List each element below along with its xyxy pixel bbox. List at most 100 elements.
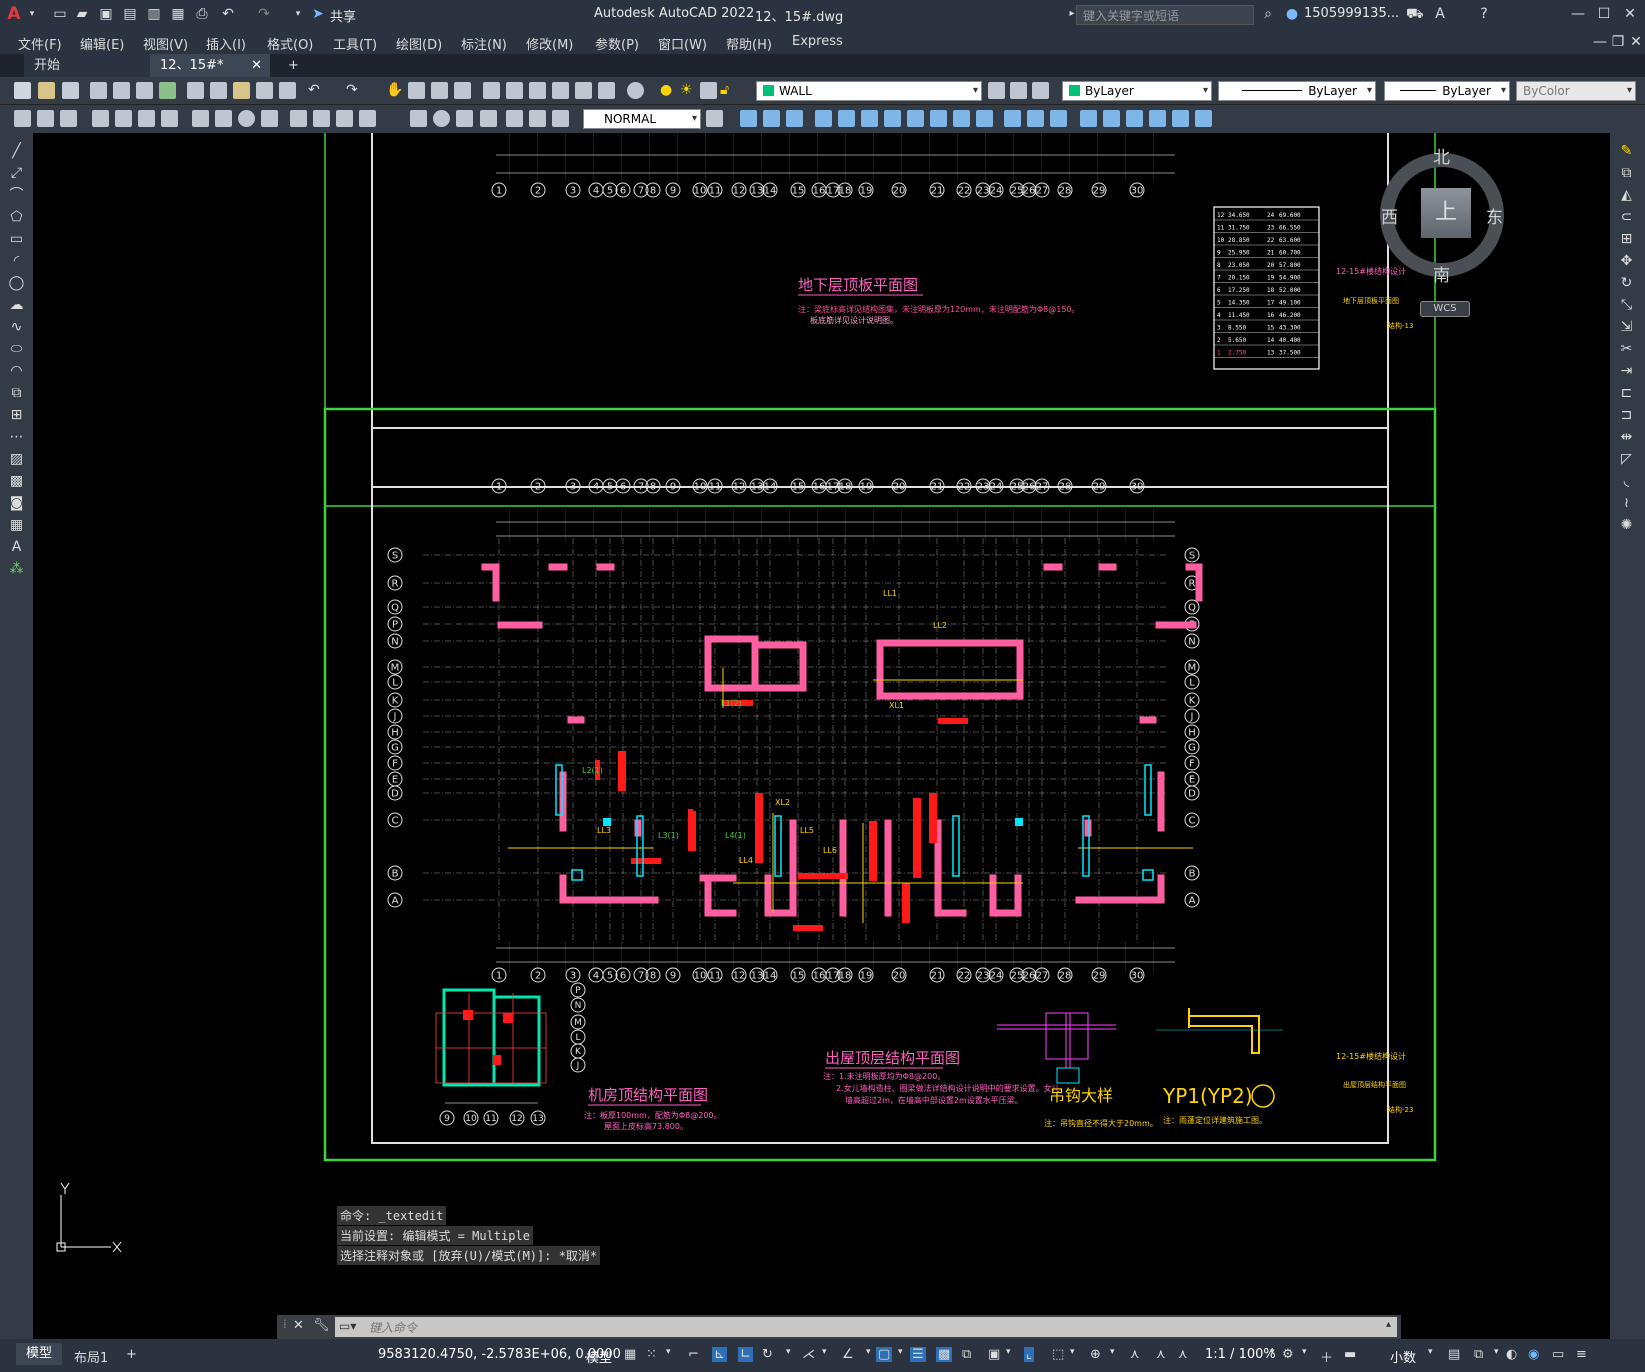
chevron-down-icon[interactable]: ▾ — [1302, 1347, 1307, 1357]
dim-jogged-icon[interactable] — [215, 110, 232, 127]
3d-tool-9-icon[interactable] — [930, 110, 947, 127]
user-icon[interactable]: ● — [1284, 6, 1300, 22]
lineweight-icon[interactable]: ☰ — [910, 1347, 926, 1362]
chevron-down-icon[interactable]: ▾ — [822, 1347, 827, 1357]
command-input[interactable]: ▭▾ 键入命令 ▴ — [335, 1317, 1397, 1337]
design-center-icon[interactable] — [506, 82, 523, 99]
lineweight-dropdown[interactable]: ByLayer ▾ — [1384, 81, 1510, 101]
layer-freeze-icon[interactable]: ☀ — [680, 82, 697, 99]
menu-tools[interactable]: 工具(T) — [333, 34, 377, 53]
save-icon[interactable]: ▣ — [98, 6, 114, 22]
customize-qat-icon[interactable]: ▾ — [290, 6, 306, 22]
ellipse-arc-icon[interactable]: ◠ — [8, 363, 25, 380]
blend-icon[interactable]: ≀ — [1618, 495, 1635, 512]
doc-restore-icon[interactable]: ❐ — [1610, 34, 1626, 50]
menu-format[interactable]: 格式(O) — [267, 34, 313, 53]
3d-tool-15-icon[interactable] — [1080, 110, 1097, 127]
menu-parametric[interactable]: 参数(P) — [595, 34, 639, 53]
print-icon[interactable] — [90, 82, 107, 99]
polar-tracking-icon[interactable]: ↻ — [762, 1347, 773, 1362]
menu-draw[interactable]: 绘图(D) — [396, 34, 442, 53]
tab-close-icon[interactable]: ✕ — [251, 54, 262, 77]
copy-object-icon[interactable]: ⧉ — [1618, 165, 1635, 182]
chevron-down-icon[interactable]: ▾ — [866, 1347, 871, 1357]
dim-edit-icon[interactable] — [506, 110, 523, 127]
publish-icon[interactable] — [136, 82, 153, 99]
jogged-linear-icon[interactable] — [480, 110, 497, 127]
dim-radius-icon[interactable] — [192, 110, 209, 127]
dim-tool-2-icon[interactable] — [37, 110, 54, 127]
plot-icon[interactable]: ⎙ — [194, 6, 210, 22]
layer-vp-icon[interactable] — [700, 82, 717, 99]
ellipse-icon[interactable]: ⬭ — [8, 341, 25, 358]
arc-icon[interactable]: ◜ — [8, 253, 25, 270]
3d-tool-8-icon[interactable] — [907, 110, 924, 127]
dim-angular-icon[interactable] — [261, 110, 278, 127]
object-snap-tracking-icon[interactable]: ∠ — [842, 1347, 854, 1362]
linetype-dropdown[interactable]: ByLayer ▾ — [1218, 81, 1376, 101]
print-preview-icon[interactable] — [113, 82, 130, 99]
center-mark-icon[interactable] — [433, 110, 450, 127]
minimize-icon[interactable]: — — [1570, 6, 1586, 22]
gradient-icon[interactable]: ▩ — [8, 473, 25, 490]
3d-tool-7-icon[interactable] — [884, 110, 901, 127]
command-recent-icon[interactable]: ▴ — [1386, 1319, 1391, 1330]
save-as-icon[interactable]: ▤ — [122, 6, 138, 22]
workspace-gear-icon[interactable]: ⚙ — [1282, 1347, 1294, 1362]
open-icon[interactable] — [38, 82, 55, 99]
model-tab[interactable]: 模型 — [16, 1343, 62, 1365]
help-tb-icon[interactable] — [627, 82, 644, 99]
new-tab-button[interactable]: + — [278, 54, 308, 77]
layer-states-icon[interactable] — [1032, 82, 1049, 99]
3d-tool-3-icon[interactable] — [786, 110, 803, 127]
chamfer-icon[interactable]: ◸ — [1618, 451, 1635, 468]
markup-icon[interactable] — [575, 82, 592, 99]
maximize-icon[interactable]: ☐ — [1596, 6, 1612, 22]
tab-document[interactable]: 12、15#* ✕ — [150, 54, 270, 77]
3d-osnap-icon[interactable]: ▣ — [988, 1347, 1000, 1362]
sheet-set-icon[interactable] — [552, 82, 569, 99]
menu-modify[interactable]: 修改(M) — [526, 34, 573, 53]
annotation-scale-icon[interactable]: ⋏ — [1178, 1347, 1188, 1362]
3d-tool-20-icon[interactable] — [1195, 110, 1212, 127]
dimstyle-dropdown[interactable]: NORMAL ▾ — [583, 109, 701, 129]
dim-baseline-icon[interactable] — [313, 110, 330, 127]
3d-tool-2-icon[interactable] — [763, 110, 780, 127]
chevron-down-icon[interactable]: ▾ — [1494, 1347, 1499, 1357]
layer-on-icon[interactable]: ● — [660, 82, 677, 99]
annotation-scale-readout[interactable]: 1:1 / 100% — [1205, 1347, 1276, 1362]
zoom-realtime-icon[interactable] — [408, 82, 425, 99]
menu-edit[interactable]: 编辑(E) — [80, 34, 124, 53]
snap-icon[interactable]: ⁙ — [646, 1347, 657, 1362]
quickcalc-icon[interactable] — [598, 82, 615, 99]
dim-text-edit-icon[interactable] — [529, 110, 546, 127]
3d-tool-4-icon[interactable] — [815, 110, 832, 127]
chevron-down-icon[interactable]: ▾ — [1110, 1347, 1115, 1357]
chevron-down-icon[interactable]: ▾ — [666, 1347, 671, 1357]
new-icon[interactable] — [14, 82, 31, 99]
layer-lock-icon[interactable]: 🔓︎ — [720, 82, 737, 99]
menu-insert[interactable]: 插入(I) — [206, 34, 246, 53]
chevron-down-icon[interactable]: ▾ — [786, 1347, 791, 1357]
dim-linear-icon[interactable] — [92, 110, 109, 127]
undo-tb-icon[interactable]: ↶ — [308, 82, 325, 99]
make-current-layer-icon[interactable] — [988, 82, 1005, 99]
app-menu-chevron-icon[interactable]: ▾ — [24, 6, 40, 22]
annotation-monitor-icon[interactable]: ＋ — [1320, 1347, 1333, 1366]
viewcube-east[interactable]: 东 — [1486, 203, 1503, 228]
pan-icon[interactable]: ✋ — [386, 82, 403, 99]
paste-icon[interactable] — [233, 82, 250, 99]
auto-scale-icon[interactable]: ⋏ — [1156, 1347, 1166, 1362]
redo-icon[interactable]: ↷ — [256, 6, 272, 22]
cart-icon[interactable]: ⛟ — [1406, 6, 1424, 22]
cut-icon[interactable] — [187, 82, 204, 99]
grid-icon[interactable]: ▦ — [624, 1347, 636, 1362]
grip-icon[interactable]: ⁞ — [283, 1317, 287, 1331]
3d-tool-19-icon[interactable] — [1172, 110, 1189, 127]
chevron-down-icon[interactable]: ▾ — [1006, 1347, 1011, 1357]
tab-start[interactable]: 开始 — [24, 54, 150, 77]
3d-dwf-icon[interactable] — [159, 82, 176, 99]
explode-icon[interactable]: ✺ — [1618, 517, 1635, 534]
chevron-down-icon[interactable]: ▾ — [898, 1347, 903, 1357]
menu-file[interactable]: 文件(F) — [18, 34, 62, 53]
